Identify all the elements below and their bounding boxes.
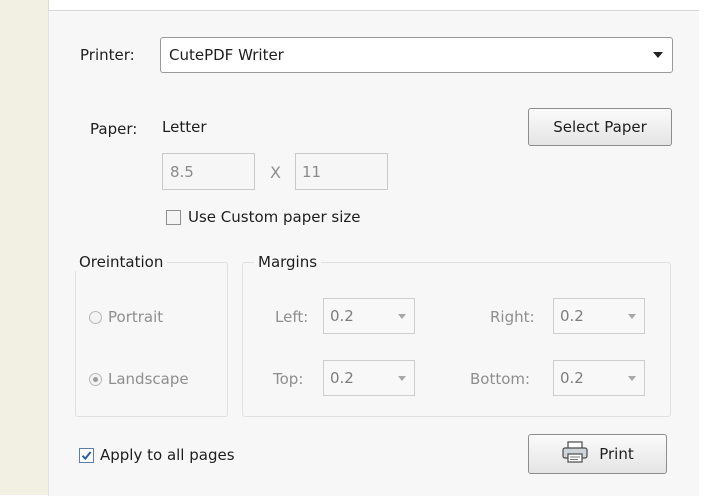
printer-select-value: CutePDF Writer [169,46,284,64]
chevron-down-icon [628,313,636,319]
dimension-separator: X [270,163,281,182]
top-margin-value: 0.2 [330,369,354,387]
left-side-panel [0,0,49,495]
paper-width-value: 8.5 [170,162,194,181]
bottom-margin-select[interactable]: 0.2 [553,360,645,396]
portrait-radio[interactable] [89,310,102,324]
right-margin-value: 0.2 [560,307,584,325]
top-margin-label: Top: [273,370,304,388]
bottom-margin-label: Bottom: [470,370,531,388]
custom-paper-size-label: Use Custom paper size [188,208,361,226]
select-paper-button-label: Select Paper [553,118,647,136]
left-margin-select[interactable]: 0.2 [323,298,415,334]
paper-height-value: 11 [302,162,322,181]
custom-paper-size-option[interactable]: Use Custom paper size [166,208,361,226]
paper-label: Paper: [90,120,138,138]
margins-group-title: Margins [254,253,322,271]
paper-width-field[interactable]: 8.5 [162,153,255,190]
paper-name: Letter [162,118,207,136]
top-margin-select[interactable]: 0.2 [323,360,415,396]
chevron-down-icon [628,375,636,381]
landscape-option[interactable]: Landscape [89,370,189,388]
printer-icon [561,440,589,468]
right-margin-label: Right: [490,308,535,326]
right-margin-select[interactable]: 0.2 [553,298,645,334]
apply-all-pages-checkbox[interactable] [79,447,94,463]
bottom-margin-value: 0.2 [560,369,584,387]
printer-select[interactable]: CutePDF Writer [160,37,673,73]
left-margin-label: Left: [275,308,309,326]
chevron-down-icon [398,375,406,381]
custom-paper-size-checkbox[interactable] [166,209,181,225]
orientation-group-title: Oreintation [75,253,168,271]
select-paper-button[interactable]: Select Paper [528,108,672,146]
print-button-label: Print [599,445,634,463]
printer-label: Printer: [80,46,135,64]
apply-all-pages-label: Apply to all pages [100,446,235,464]
paper-height-field[interactable]: 11 [295,153,388,190]
chevron-down-icon [653,52,663,58]
chevron-down-icon [398,313,406,319]
apply-all-pages-option[interactable]: Apply to all pages [79,446,235,464]
portrait-option[interactable]: Portrait [89,308,163,326]
checkmark-icon [81,450,92,460]
print-button[interactable]: Print [528,434,667,474]
landscape-label: Landscape [108,370,189,388]
portrait-label: Portrait [108,308,164,326]
landscape-radio[interactable] [89,372,102,386]
left-margin-value: 0.2 [330,307,354,325]
orientation-group [75,262,228,417]
